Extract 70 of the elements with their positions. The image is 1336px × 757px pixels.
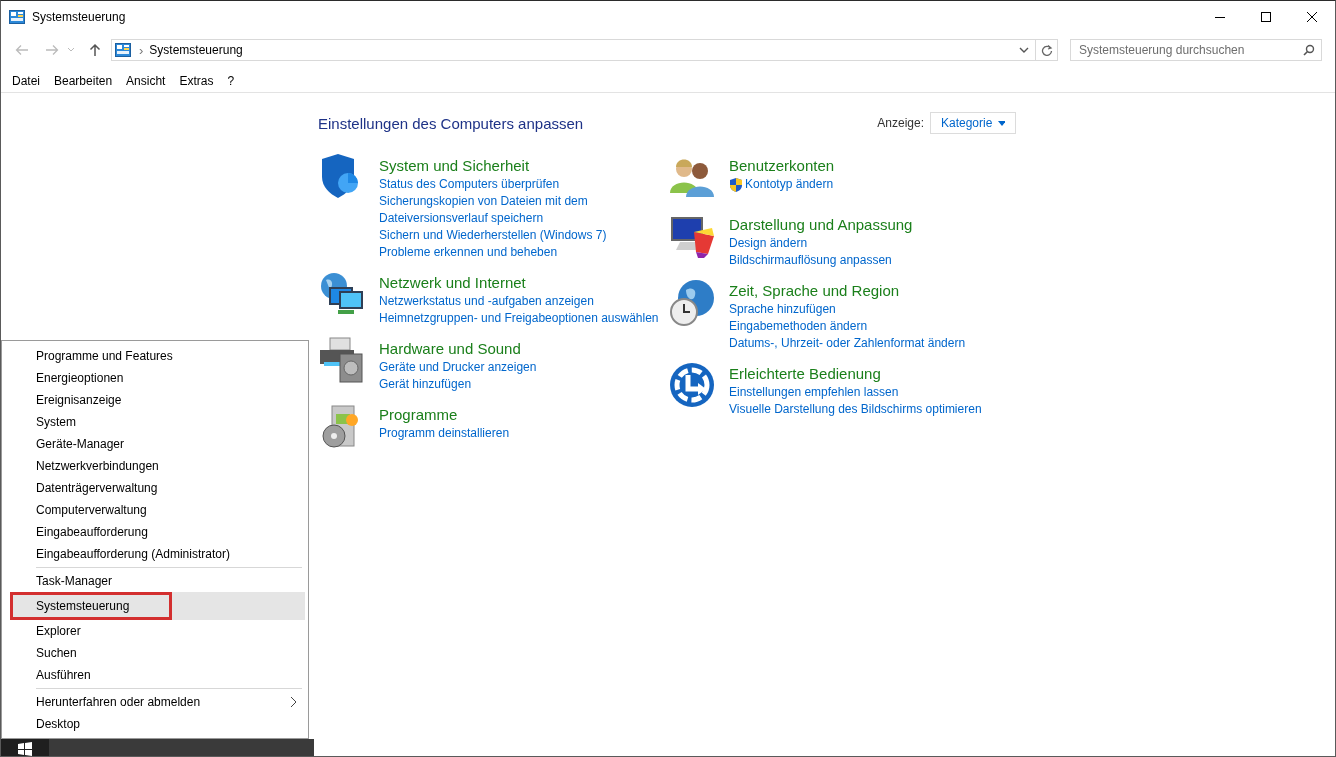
view-label: Anzeige: xyxy=(877,116,924,130)
context-menu-item[interactable]: Netzwerkverbindungen xyxy=(10,455,305,477)
context-menu-item[interactable]: Datenträgerverwaltung xyxy=(10,477,305,499)
category-link[interactable]: Einstellungen empfehlen lassen xyxy=(729,384,899,401)
category-link[interactable]: Probleme erkennen und beheben xyxy=(379,244,558,261)
arrow-left-icon xyxy=(15,44,29,56)
menu-item[interactable]: Ansicht xyxy=(119,72,173,90)
context-menu-item[interactable]: Desktop xyxy=(10,713,305,735)
category-title[interactable]: Benutzerkonten xyxy=(729,155,835,176)
menu-item[interactable]: Extras xyxy=(172,72,221,90)
dropdown-icon[interactable] xyxy=(1019,46,1029,54)
context-menu-item[interactable]: Suchen xyxy=(10,642,305,664)
category-title[interactable]: System und Sicherheit xyxy=(379,155,607,176)
menu-item[interactable]: ? xyxy=(220,72,242,90)
arrow-up-icon xyxy=(89,43,101,57)
page-heading: Einstellungen des Computers anpassen xyxy=(318,114,585,132)
category-link[interactable]: Sichern und Wiederherstellen (Windows 7) xyxy=(379,227,607,244)
category-link[interactable]: Heimnetzgruppen- und Freigabeoptionen auswählen xyxy=(379,310,659,327)
windows-logo-icon[interactable] xyxy=(18,742,32,756)
context-menu-item[interactable]: Computerverwaltung xyxy=(10,499,305,521)
context-menu-item[interactable]: Task-Manager xyxy=(10,570,305,592)
menu-item[interactable]: Datei xyxy=(5,72,47,90)
context-menu-item[interactable]: System xyxy=(10,411,305,433)
category-title[interactable]: Programme xyxy=(379,404,510,425)
context-menu-item[interactable]: Eingabeaufforderung xyxy=(10,521,305,543)
path-segment[interactable]: Systemsteuerung xyxy=(149,43,243,57)
category-link[interactable]: Datums-, Uhrzeit- oder Zahlenformat ändern xyxy=(729,335,966,352)
context-menu-item[interactable]: Energieoptionen xyxy=(10,367,305,389)
category-link[interactable]: Sprache hinzufügen xyxy=(729,301,836,318)
category-link[interactable]: Visuelle Darstellung des Bildschirms optimieren xyxy=(729,401,982,418)
context-menu-item[interactable]: Ereignisanzeige xyxy=(10,389,305,411)
category-link[interactable]: Design ändern xyxy=(729,235,808,252)
category-link[interactable]: Eingabemethoden ändern xyxy=(729,318,868,335)
context-menu-item[interactable]: Programme und Features xyxy=(10,345,305,367)
category-link[interactable]: Kontotyp ändern xyxy=(745,176,834,193)
context-menu-item[interactable]: Ausführen xyxy=(10,664,305,686)
context-menu-item[interactable]: Herunterfahren oder abmelden xyxy=(10,691,305,713)
control-panel-icon xyxy=(9,10,25,24)
context-menu-item[interactable]: Systemsteuerung xyxy=(10,592,305,620)
search-icon xyxy=(1303,44,1315,56)
category-link[interactable]: Bildschirmauflösung anpassen xyxy=(729,252,892,269)
view-dropdown[interactable]: Kategorie xyxy=(930,112,1016,134)
path-separator: › xyxy=(139,42,144,58)
context-menu-item[interactable]: Eingabeaufforderung (Administrator) xyxy=(10,543,305,565)
shield-icon xyxy=(729,176,743,193)
category-title[interactable]: Netzwerk und Internet xyxy=(379,272,659,293)
category-title[interactable]: Hardware und Sound xyxy=(379,338,537,359)
category-link[interactable]: Netzwerkstatus und -aufgaben anzeigen xyxy=(379,293,594,310)
search-field[interactable]: Systemsteuerung durchsuchen xyxy=(1070,39,1322,61)
arrow-right-icon xyxy=(45,44,59,56)
category-title[interactable]: Darstellung und Anpassung xyxy=(729,214,913,235)
caret-icon xyxy=(998,120,1005,126)
refresh-icon xyxy=(1040,44,1053,56)
category-title[interactable]: Erleichterte Bedienung xyxy=(729,363,982,384)
category-title[interactable]: Zeit, Sprache und Region xyxy=(729,280,966,301)
category-link[interactable]: Programm deinstallieren xyxy=(379,425,510,442)
chevron-down-icon xyxy=(67,47,75,53)
address-bar[interactable]: › Systemsteuerung xyxy=(111,39,1058,61)
taskbar-search-field[interactable] xyxy=(49,739,314,756)
category-link[interactable]: Status des Computers überprüfen xyxy=(379,176,560,193)
context-menu-item[interactable]: Explorer xyxy=(10,620,305,642)
window-title: Systemsteuerung xyxy=(32,10,127,24)
maximize-icon xyxy=(1261,12,1271,22)
control-panel-icon xyxy=(115,43,131,57)
context-menu-item[interactable]: Geräte-Manager xyxy=(10,433,305,455)
category-link[interactable]: Gerät hinzufügen xyxy=(379,376,472,393)
close-icon xyxy=(1307,12,1317,22)
category-link[interactable]: Sicherungskopien von Dateien mit dem Dateiversionsverlauf speichern xyxy=(379,193,594,227)
menu-item[interactable]: Bearbeiten xyxy=(47,72,120,90)
category-link[interactable]: Geräte und Drucker anzeigen xyxy=(379,359,537,376)
